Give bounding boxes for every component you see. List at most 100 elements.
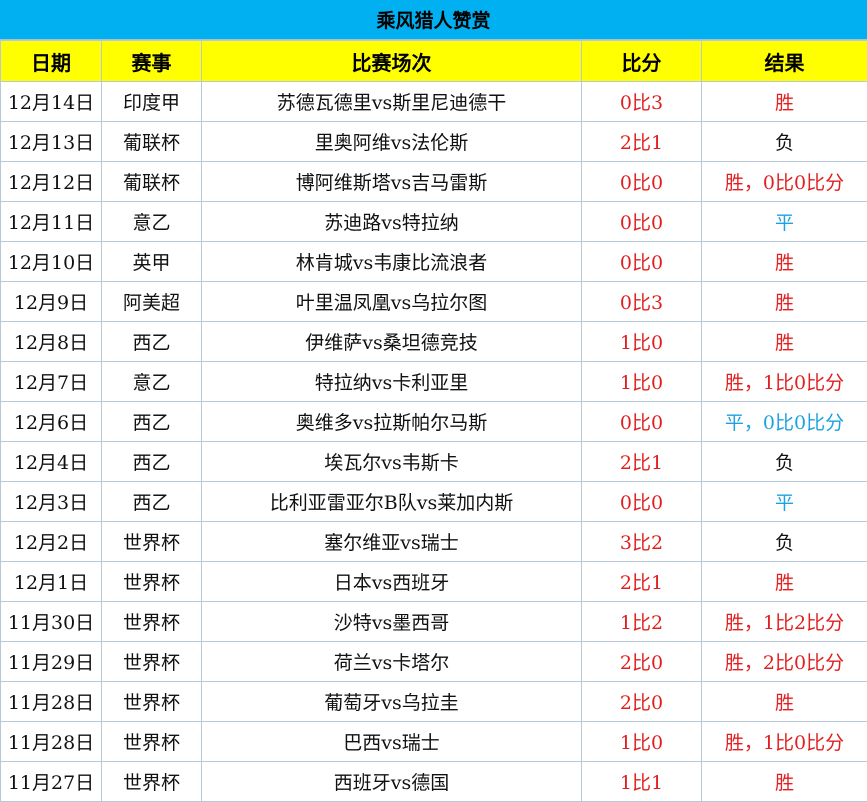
header-league: 赛事 xyxy=(102,41,202,82)
cell-match: 巴西vs瑞士 xyxy=(202,722,582,762)
table-row: 11月28日世界杯葡萄牙vs乌拉圭2比0胜 xyxy=(1,682,867,722)
cell-league: 英甲 xyxy=(102,242,202,282)
table-row: 12月9日阿美超叶里温凤凰vs乌拉尔图0比3胜 xyxy=(1,282,867,322)
cell-league: 西乙 xyxy=(102,402,202,442)
cell-league: 世界杯 xyxy=(102,562,202,602)
cell-date: 11月29日 xyxy=(1,642,102,682)
cell-match: 奥维多vs拉斯帕尔马斯 xyxy=(202,402,582,442)
cell-match: 比利亚雷亚尔B队vs莱加内斯 xyxy=(202,482,582,522)
table-row: 12月2日世界杯塞尔维亚vs瑞士3比2负 xyxy=(1,522,867,562)
cell-result: 胜，2比0比分 xyxy=(702,642,867,682)
cell-score: 1比0 xyxy=(582,322,702,362)
cell-league: 世界杯 xyxy=(102,722,202,762)
cell-score: 2比1 xyxy=(582,562,702,602)
table-row: 12月6日西乙奥维多vs拉斯帕尔马斯0比0平，0比0比分 xyxy=(1,402,867,442)
cell-result: 胜 xyxy=(702,562,867,602)
table-row: 12月10日英甲林肯城vs韦康比流浪者0比0胜 xyxy=(1,242,867,282)
cell-result: 胜 xyxy=(702,322,867,362)
table-body: 12月14日印度甲苏德瓦德里vs斯里尼迪德干0比3胜12月13日葡联杯里奥阿维v… xyxy=(1,82,867,802)
cell-date: 12月3日 xyxy=(1,482,102,522)
cell-score: 0比0 xyxy=(582,202,702,242)
cell-score: 1比1 xyxy=(582,762,702,802)
cell-date: 12月1日 xyxy=(1,562,102,602)
cell-score: 2比0 xyxy=(582,682,702,722)
table-row: 12月11日意乙苏迪路vs特拉纳0比0平 xyxy=(1,202,867,242)
cell-match: 西班牙vs德国 xyxy=(202,762,582,802)
table-row: 12月14日印度甲苏德瓦德里vs斯里尼迪德干0比3胜 xyxy=(1,82,867,122)
table-row: 12月8日西乙伊维萨vs桑坦德竞技1比0胜 xyxy=(1,322,867,362)
table-row: 11月30日世界杯沙特vs墨西哥1比2胜，1比2比分 xyxy=(1,602,867,642)
results-sheet: 乘风猎人赞赏 日期 赛事 比赛场次 比分 结果 12月14日印度甲苏德瓦德里vs… xyxy=(0,0,867,801)
table-row: 12月1日世界杯日本vs西班牙2比1胜 xyxy=(1,562,867,602)
cell-league: 西乙 xyxy=(102,322,202,362)
cell-score: 0比0 xyxy=(582,482,702,522)
table-row: 11月29日世界杯荷兰vs卡塔尔2比0胜，2比0比分 xyxy=(1,642,867,682)
table-row: 11月28日世界杯巴西vs瑞士1比0胜，1比0比分 xyxy=(1,722,867,762)
cell-league: 意乙 xyxy=(102,202,202,242)
cell-league: 世界杯 xyxy=(102,602,202,642)
cell-score: 1比0 xyxy=(582,722,702,762)
sheet-title: 乘风猎人赞赏 xyxy=(0,0,867,40)
table-row: 12月4日西乙埃瓦尔vs韦斯卡2比1负 xyxy=(1,442,867,482)
cell-date: 12月9日 xyxy=(1,282,102,322)
cell-result: 胜 xyxy=(702,682,867,722)
cell-league: 世界杯 xyxy=(102,642,202,682)
cell-league: 印度甲 xyxy=(102,82,202,122)
header-row: 日期 赛事 比赛场次 比分 结果 xyxy=(1,41,867,82)
cell-match: 叶里温凤凰vs乌拉尔图 xyxy=(202,282,582,322)
results-table: 日期 赛事 比赛场次 比分 结果 12月14日印度甲苏德瓦德里vs斯里尼迪德干0… xyxy=(0,40,867,802)
header-match: 比赛场次 xyxy=(202,41,582,82)
cell-date: 11月28日 xyxy=(1,682,102,722)
cell-score: 0比0 xyxy=(582,242,702,282)
table-row: 12月7日意乙特拉纳vs卡利亚里1比0胜，1比0比分 xyxy=(1,362,867,402)
header-score: 比分 xyxy=(582,41,702,82)
cell-league: 西乙 xyxy=(102,442,202,482)
cell-match: 博阿维斯塔vs吉马雷斯 xyxy=(202,162,582,202)
cell-result: 平，0比0比分 xyxy=(702,402,867,442)
cell-result: 胜 xyxy=(702,762,867,802)
cell-match: 特拉纳vs卡利亚里 xyxy=(202,362,582,402)
cell-score: 0比0 xyxy=(582,402,702,442)
table-row: 12月3日西乙比利亚雷亚尔B队vs莱加内斯0比0平 xyxy=(1,482,867,522)
cell-match: 里奥阿维vs法伦斯 xyxy=(202,122,582,162)
cell-result: 负 xyxy=(702,122,867,162)
cell-result: 胜，0比0比分 xyxy=(702,162,867,202)
cell-date: 12月12日 xyxy=(1,162,102,202)
cell-date: 12月8日 xyxy=(1,322,102,362)
cell-match: 苏迪路vs特拉纳 xyxy=(202,202,582,242)
cell-score: 1比0 xyxy=(582,362,702,402)
cell-score: 2比1 xyxy=(582,122,702,162)
cell-league: 意乙 xyxy=(102,362,202,402)
cell-league: 世界杯 xyxy=(102,762,202,802)
cell-league: 西乙 xyxy=(102,482,202,522)
cell-result: 胜 xyxy=(702,282,867,322)
cell-date: 11月27日 xyxy=(1,762,102,802)
cell-date: 11月28日 xyxy=(1,722,102,762)
cell-score: 3比2 xyxy=(582,522,702,562)
cell-league: 葡联杯 xyxy=(102,122,202,162)
cell-result: 负 xyxy=(702,442,867,482)
cell-result: 胜 xyxy=(702,82,867,122)
cell-score: 2比1 xyxy=(582,442,702,482)
cell-date: 12月14日 xyxy=(1,82,102,122)
table-row: 12月13日葡联杯里奥阿维vs法伦斯2比1负 xyxy=(1,122,867,162)
cell-score: 2比0 xyxy=(582,642,702,682)
cell-match: 葡萄牙vs乌拉圭 xyxy=(202,682,582,722)
cell-league: 葡联杯 xyxy=(102,162,202,202)
cell-result: 胜，1比0比分 xyxy=(702,362,867,402)
cell-date: 12月10日 xyxy=(1,242,102,282)
cell-date: 12月11日 xyxy=(1,202,102,242)
cell-score: 0比3 xyxy=(582,282,702,322)
table-row: 12月12日葡联杯博阿维斯塔vs吉马雷斯0比0胜，0比0比分 xyxy=(1,162,867,202)
cell-league: 世界杯 xyxy=(102,682,202,722)
cell-match: 伊维萨vs桑坦德竞技 xyxy=(202,322,582,362)
header-result: 结果 xyxy=(702,41,867,82)
cell-score: 0比0 xyxy=(582,162,702,202)
cell-league: 世界杯 xyxy=(102,522,202,562)
cell-date: 12月7日 xyxy=(1,362,102,402)
cell-date: 12月6日 xyxy=(1,402,102,442)
header-date: 日期 xyxy=(1,41,102,82)
cell-result: 平 xyxy=(702,202,867,242)
cell-date: 11月30日 xyxy=(1,602,102,642)
cell-date: 12月13日 xyxy=(1,122,102,162)
